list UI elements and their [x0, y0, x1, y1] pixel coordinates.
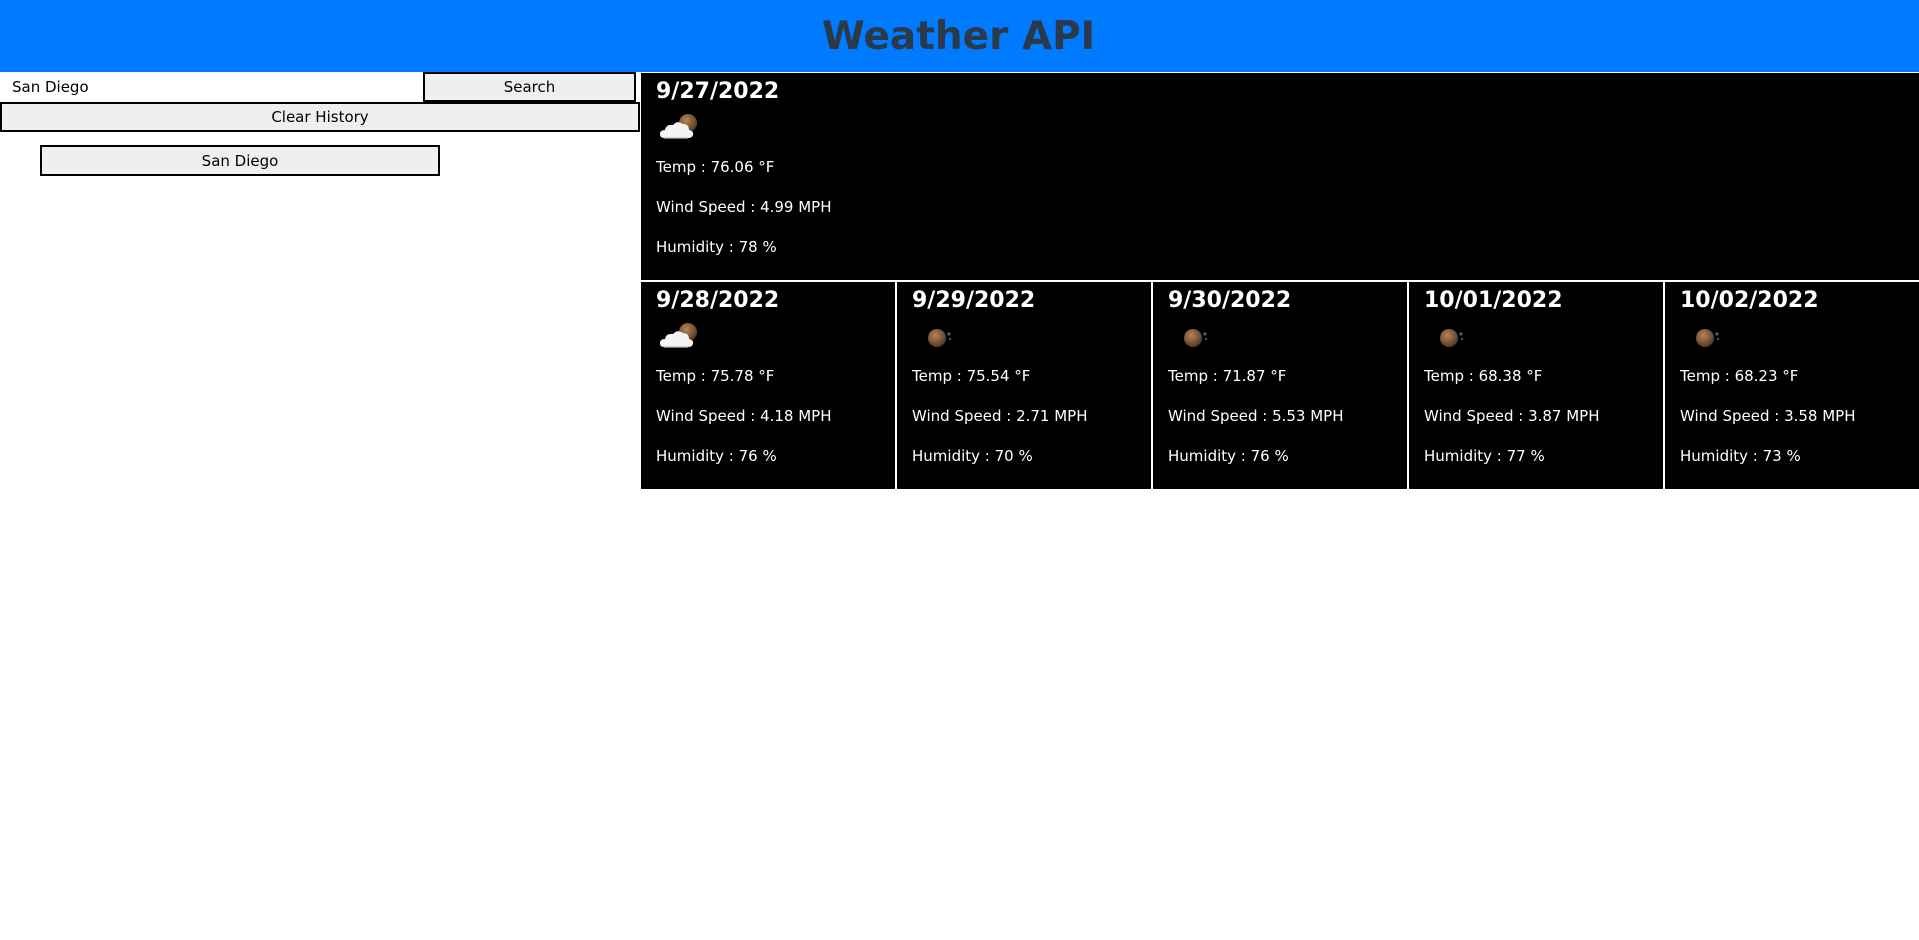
moon-icon [928, 329, 952, 347]
current-wind: Wind Speed : 4.99 MPH [656, 198, 832, 216]
current-date: 9/27/2022 [656, 79, 780, 104]
forecast-temp: Temp : 75.54 °F [912, 367, 1031, 385]
city-search-input[interactable] [0, 72, 422, 101]
forecast-card: 9/28/2022 Temp : 75.78 °F Wind Speed : 4… [641, 282, 895, 489]
search-sidebar: Search Clear History San Diego [0, 72, 640, 182]
forecast-humidity: Humidity : 70 % [912, 447, 1033, 465]
forecast-wind: Wind Speed : 3.58 MPH [1680, 407, 1856, 425]
forecast-date: 9/29/2022 [912, 288, 1036, 313]
cloud-moon-icon [660, 323, 697, 348]
forecast-date: 10/02/2022 [1680, 288, 1819, 313]
forecast-card: 10/02/2022 Temp : 68.23 °F Wind Speed : … [1665, 282, 1919, 489]
clear-history-button[interactable]: Clear History [0, 102, 640, 132]
moon-icon [1184, 329, 1208, 347]
current-weather-card: 9/27/2022 Temp : 76.06 °F Wind Speed : 4… [641, 73, 1919, 280]
forecast-humidity: Humidity : 76 % [1168, 447, 1289, 465]
forecast-temp: Temp : 71.87 °F [1168, 367, 1287, 385]
forecast-card: 9/29/2022 Temp : 75.54 °F Wind Speed : 2… [897, 282, 1151, 489]
current-temp: Temp : 76.06 °F [656, 158, 775, 176]
forecast-date: 9/30/2022 [1168, 288, 1292, 313]
forecast-humidity: Humidity : 73 % [1680, 447, 1801, 465]
current-humidity: Humidity : 78 % [656, 238, 777, 256]
search-button[interactable]: Search [423, 72, 636, 102]
page-title: Weather API [821, 13, 1096, 59]
forecast-temp: Temp : 75.78 °F [656, 367, 775, 385]
forecast-wind: Wind Speed : 5.53 MPH [1168, 407, 1344, 425]
forecast-wind: Wind Speed : 2.71 MPH [912, 407, 1088, 425]
moon-icon [1440, 329, 1464, 347]
history-item-san-diego[interactable]: San Diego [40, 145, 440, 176]
forecast-card: 9/30/2022 Temp : 71.87 °F Wind Speed : 5… [1153, 282, 1407, 489]
moon-icon [1696, 329, 1720, 347]
five-day-forecast: 9/28/2022 Temp : 75.78 °F Wind Speed : 4… [641, 282, 1919, 489]
forecast-wind: Wind Speed : 3.87 MPH [1424, 407, 1600, 425]
forecast-wind: Wind Speed : 4.18 MPH [656, 407, 832, 425]
page-header: Weather API [0, 0, 1919, 72]
forecast-date: 10/01/2022 [1424, 288, 1563, 313]
forecast-temp: Temp : 68.23 °F [1680, 367, 1799, 385]
forecast-temp: Temp : 68.38 °F [1424, 367, 1543, 385]
cloud-moon-icon [660, 114, 697, 139]
forecast-humidity: Humidity : 77 % [1424, 447, 1545, 465]
forecast-card: 10/01/2022 Temp : 68.38 °F Wind Speed : … [1409, 282, 1663, 489]
forecast-date: 9/28/2022 [656, 288, 780, 313]
forecast-humidity: Humidity : 76 % [656, 447, 777, 465]
